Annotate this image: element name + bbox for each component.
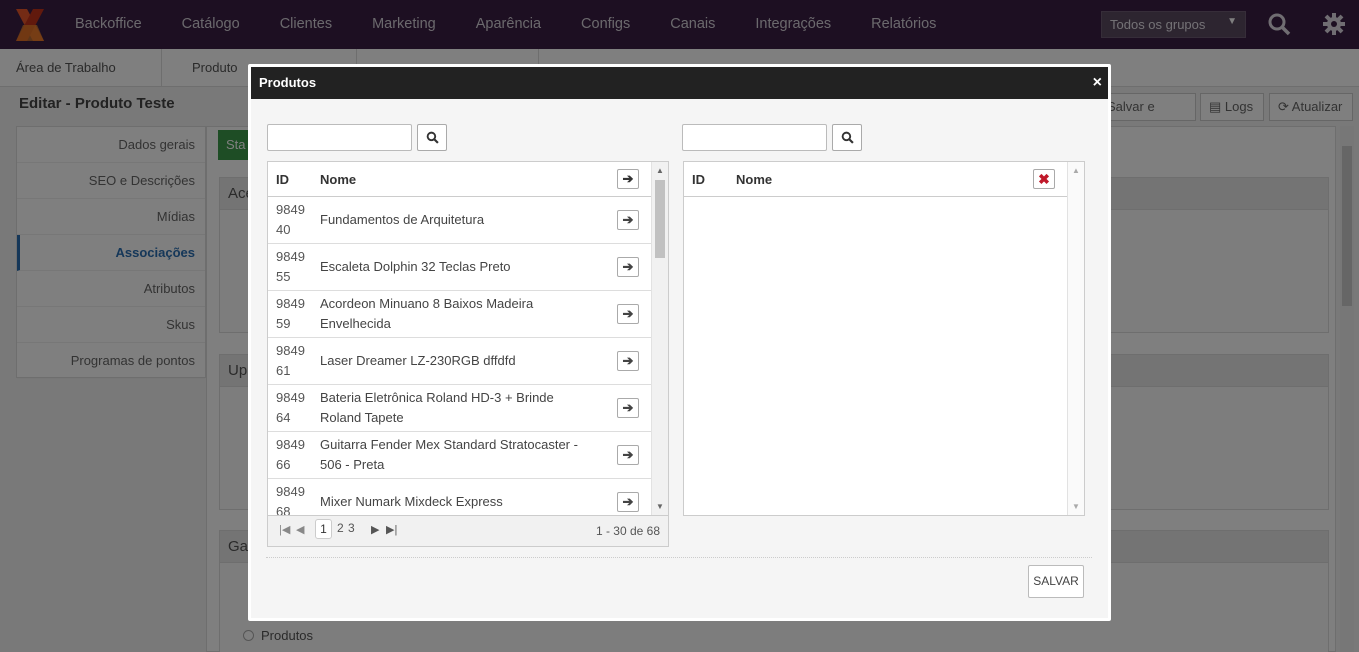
- grid-header: ID Nome ✖: [684, 162, 1068, 197]
- row-id: 9849 66: [276, 437, 305, 472]
- add-item-button[interactable]: ➔: [617, 304, 639, 324]
- col-id-header[interactable]: ID: [268, 172, 312, 187]
- row-id: 9849 64: [276, 390, 305, 425]
- page-3[interactable]: 3: [348, 521, 355, 535]
- grid-scrollbar[interactable]: ▲ ▼: [651, 162, 668, 515]
- modal-footer-divider: [266, 557, 1092, 558]
- table-row[interactable]: 9849 64 Bateria Eletrônica Roland HD-3 +…: [268, 385, 652, 432]
- page-2[interactable]: 2: [337, 521, 344, 535]
- prev-page-icon[interactable]: ◀: [296, 523, 304, 536]
- table-row[interactable]: 9849 40 Fundamentos de Arquitetura ➔: [268, 197, 652, 244]
- close-icon: ✖: [1038, 170, 1050, 187]
- arrow-right-icon: ➔: [622, 171, 634, 186]
- table-row[interactable]: 9849 59 Acordeon Minuano 8 Baixos Madeir…: [268, 291, 652, 338]
- add-item-button[interactable]: ➔: [617, 398, 639, 418]
- page-current[interactable]: 1: [315, 519, 332, 539]
- arrow-right-icon: ➔: [622, 447, 634, 462]
- modal-title: Produtos: [259, 75, 317, 90]
- add-all-button[interactable]: ➔: [617, 169, 639, 189]
- scroll-down-icon[interactable]: ▼: [1072, 502, 1080, 511]
- table-row[interactable]: 9849 66 Guitarra Fender Mex Standard Str…: [268, 432, 652, 479]
- row-name: Laser Dreamer LZ-230RGB dffdfd: [320, 353, 516, 368]
- grid-body: ID Nome ➔ 9849 40 Fundamentos de Arquite…: [268, 162, 652, 516]
- col-name-header[interactable]: Nome: [728, 172, 1033, 187]
- add-item-button[interactable]: ➔: [617, 445, 639, 465]
- arrow-right-icon: ➔: [622, 306, 634, 321]
- row-id: 9849 40: [276, 202, 305, 237]
- scroll-down-icon[interactable]: ▼: [656, 502, 664, 511]
- right-search-input[interactable]: [682, 124, 827, 151]
- modal-header: Produtos ×: [251, 67, 1108, 99]
- row-name: Escaleta Dolphin 32 Teclas Preto: [320, 259, 511, 274]
- pager: |◀ ◀ 1 2 3 ▶ ▶| 1 - 30 de 68: [267, 516, 669, 547]
- add-item-button[interactable]: ➔: [617, 257, 639, 277]
- save-button[interactable]: SALVAR: [1028, 565, 1084, 598]
- grid-body: ID Nome ✖: [684, 162, 1068, 197]
- row-name: Acordeon Minuano 8 Baixos Madeira Envelh…: [320, 296, 534, 331]
- row-id: 9849 55: [276, 249, 305, 284]
- scroll-up-icon[interactable]: ▲: [1072, 166, 1080, 175]
- selected-products-grid: ID Nome ✖ ▲ ▼: [683, 161, 1085, 516]
- last-page-icon[interactable]: ▶|: [386, 523, 397, 536]
- row-id: 9849 59: [276, 296, 305, 331]
- arrow-right-icon: ➔: [622, 400, 634, 415]
- add-item-button[interactable]: ➔: [617, 210, 639, 230]
- row-name: Fundamentos de Arquitetura: [320, 212, 485, 227]
- close-icon[interactable]: ×: [1093, 67, 1102, 99]
- search-icon: [426, 131, 439, 144]
- col-name-header[interactable]: Nome: [312, 172, 617, 187]
- arrow-right-icon: ➔: [622, 259, 634, 274]
- row-name: Mixer Numark Mixdeck Express: [320, 494, 503, 509]
- scroll-up-icon[interactable]: ▲: [656, 166, 664, 175]
- first-page-icon[interactable]: |◀: [279, 523, 290, 536]
- search-icon: [841, 131, 854, 144]
- col-id-header[interactable]: ID: [684, 172, 728, 187]
- grid-header: ID Nome ➔: [268, 162, 652, 197]
- row-id: 9849 61: [276, 343, 305, 378]
- arrow-right-icon: ➔: [622, 494, 634, 509]
- row-id: 9849 68: [276, 484, 305, 516]
- next-page-icon[interactable]: ▶: [371, 523, 379, 536]
- available-products-grid: ID Nome ➔ 9849 40 Fundamentos de Arquite…: [267, 161, 669, 516]
- arrow-right-icon: ➔: [622, 353, 634, 368]
- table-row[interactable]: 9849 61 Laser Dreamer LZ-230RGB dffdfd ➔: [268, 338, 652, 385]
- pager-info: 1 - 30 de 68: [595, 524, 660, 538]
- left-search-input[interactable]: [267, 124, 412, 151]
- arrow-right-icon: ➔: [622, 212, 634, 227]
- row-name: Guitarra Fender Mex Standard Stratocaste…: [320, 437, 578, 472]
- remove-all-button[interactable]: ✖: [1033, 169, 1055, 189]
- right-search-button[interactable]: [832, 124, 862, 151]
- scrollbar-thumb[interactable]: [655, 180, 665, 258]
- left-search-button[interactable]: [417, 124, 447, 151]
- grid-scrollbar[interactable]: ▲ ▼: [1067, 162, 1084, 515]
- table-row[interactable]: 9849 68 Mixer Numark Mixdeck Express ➔: [268, 479, 652, 516]
- row-name: Bateria Eletrônica Roland HD-3 + Brinde …: [320, 390, 554, 425]
- add-item-button[interactable]: ➔: [617, 492, 639, 512]
- add-item-button[interactable]: ➔: [617, 351, 639, 371]
- table-row[interactable]: 9849 55 Escaleta Dolphin 32 Teclas Preto…: [268, 244, 652, 291]
